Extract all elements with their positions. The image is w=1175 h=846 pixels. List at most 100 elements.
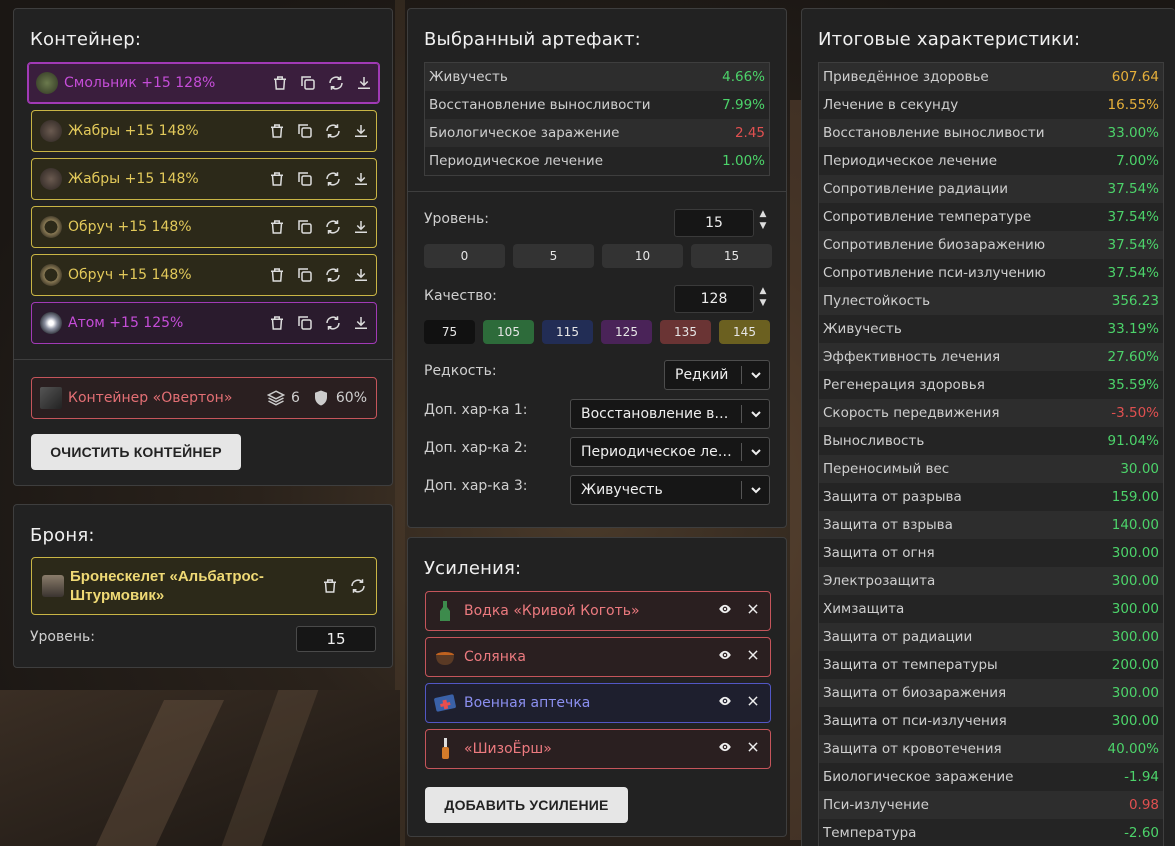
download-icon[interactable] (351, 170, 370, 189)
total-value: 40.00% (1107, 741, 1159, 757)
close-icon[interactable] (746, 648, 760, 666)
artifact-slot[interactable]: Обруч +15 148% (31, 254, 377, 296)
quality-preset-chip[interactable]: 125 (601, 320, 652, 344)
rarity-select[interactable]: Редкий (664, 360, 770, 390)
buffs-panel: Усиления: Водка «Кривой Коготь» Солянка Во… (407, 537, 787, 837)
container-item[interactable]: Контейнер «Овертон» 6 60% (31, 377, 377, 419)
swap-icon[interactable] (349, 577, 367, 595)
total-value: 37.54% (1107, 181, 1159, 197)
swap-icon[interactable] (323, 218, 342, 237)
copy-icon[interactable] (295, 122, 314, 141)
trash-icon[interactable] (267, 122, 286, 141)
totals-row: Защита от пси-излучения 300.00 (819, 707, 1163, 735)
shield-icon (314, 390, 327, 406)
totals-row: Приведённое здоровье 607.64 (819, 63, 1163, 91)
brush-icon (434, 738, 456, 760)
armor-item[interactable]: Бронескелет «Альбатрос-Штурмовик» (31, 557, 377, 615)
extra3-select[interactable]: Живучесть (570, 475, 770, 505)
buff-item[interactable]: Водка «Кривой Коготь» (425, 591, 771, 631)
copy-icon[interactable] (295, 314, 314, 333)
trash-icon[interactable] (270, 74, 289, 93)
copy-icon[interactable] (295, 170, 314, 189)
quality-stepper[interactable]: ▲ ▼ (757, 285, 769, 309)
chevron-down-icon (750, 372, 761, 379)
level-preset-chip[interactable]: 15 (691, 244, 772, 268)
eye-icon[interactable] (718, 740, 732, 758)
swap-icon[interactable] (326, 74, 345, 93)
eye-icon[interactable] (718, 648, 732, 666)
total-label: Защита от взрыва (823, 517, 953, 533)
quality-input[interactable]: 128 (674, 285, 754, 313)
swap-icon[interactable] (323, 170, 342, 189)
download-icon[interactable] (354, 74, 373, 93)
quality-preset-chip[interactable]: 145 (719, 320, 770, 344)
total-value: 37.54% (1107, 209, 1159, 225)
copy-icon[interactable] (295, 218, 314, 237)
add-buff-button[interactable]: ДОБАВИТЬ УСИЛЕНИЕ (425, 787, 628, 823)
trash-icon[interactable] (267, 170, 286, 189)
totals-row: Защита от взрыва 140.00 (819, 511, 1163, 539)
quality-preset-chip[interactable]: 135 (660, 320, 711, 344)
divider (14, 359, 392, 360)
trash-icon[interactable] (267, 314, 286, 333)
buff-name: «ШизоЁрш» (464, 741, 552, 757)
bottle-icon (434, 600, 456, 622)
totals-row: Биологическое заражение -1.94 (819, 763, 1163, 791)
buff-item[interactable]: Солянка (425, 637, 771, 677)
trash-icon[interactable] (267, 218, 286, 237)
artifact-slot[interactable]: Смольник +15 128% (27, 62, 380, 104)
armor-level-input[interactable]: 15 (296, 626, 376, 652)
totals-row: Пси-излучение 0.98 (819, 791, 1163, 819)
total-value: 16.55% (1107, 97, 1159, 113)
buff-item[interactable]: «ШизоЁрш» (425, 729, 771, 769)
totals-row: Защита от разрыва 159.00 (819, 483, 1163, 511)
trash-icon[interactable] (267, 266, 286, 285)
armor-name: Бронескелет «Альбатрос-Штурмовик» (70, 568, 264, 604)
swap-icon[interactable] (323, 122, 342, 141)
quality-preset-chip[interactable]: 105 (483, 320, 534, 344)
download-icon[interactable] (351, 314, 370, 333)
container-name: Контейнер «Овертон» (68, 390, 233, 406)
eye-icon[interactable] (718, 694, 732, 712)
quality-preset-chip[interactable]: 75 (424, 320, 475, 344)
totals-row: Периодическое лечение 7.00% (819, 147, 1163, 175)
swap-icon[interactable] (323, 314, 342, 333)
artifact-slot[interactable]: Обруч +15 148% (31, 206, 377, 248)
swap-icon[interactable] (323, 266, 342, 285)
quality-label: Качество: (424, 288, 497, 304)
level-input[interactable]: 15 (674, 209, 754, 237)
clear-container-button[interactable]: ОЧИСТИТЬ КОНТЕЙНЕР (31, 434, 241, 470)
extra2-select[interactable]: Периодическое лечение (570, 437, 770, 467)
total-label: Сопротивление пси-излучению (823, 265, 1046, 281)
level-preset-chip[interactable]: 10 (602, 244, 683, 268)
download-icon[interactable] (351, 218, 370, 237)
download-icon[interactable] (351, 122, 370, 141)
close-icon[interactable] (746, 740, 760, 758)
artifact-slot[interactable]: Жабры +15 148% (31, 158, 377, 200)
level-stepper[interactable]: ▲ ▼ (757, 208, 769, 232)
chevron-down-icon (750, 487, 761, 494)
totals-row: Скорость передвижения -3.50% (819, 399, 1163, 427)
quality-preset-chip[interactable]: 115 (542, 320, 593, 344)
artifact-slot[interactable]: Жабры +15 148% (31, 110, 377, 152)
totals-row: Лечение в секунду 16.55% (819, 91, 1163, 119)
copy-icon[interactable] (295, 266, 314, 285)
total-label: Сопротивление радиации (823, 181, 1009, 197)
extra1-select[interactable]: Восстановление выносливости (570, 399, 770, 429)
level-preset-chip[interactable]: 5 (513, 244, 594, 268)
totals-row: Сопротивление биозаражению 37.54% (819, 231, 1163, 259)
buff-item[interactable]: Военная аптечка (425, 683, 771, 723)
extra1-label: Доп. хар-ка 1: (424, 402, 528, 418)
trash-icon[interactable] (321, 577, 339, 595)
close-icon[interactable] (746, 602, 760, 620)
close-icon[interactable] (746, 694, 760, 712)
level-preset-chip[interactable]: 0 (424, 244, 505, 268)
stat-label: Периодическое лечение (429, 153, 604, 169)
total-value: 140.00 (1111, 517, 1159, 533)
total-value: 33.19% (1107, 321, 1159, 337)
copy-icon[interactable] (298, 74, 317, 93)
artifact-slot[interactable]: Атом +15 125% (31, 302, 377, 344)
download-icon[interactable] (351, 266, 370, 285)
totals-row: Пулестойкость 356.23 (819, 287, 1163, 315)
eye-icon[interactable] (718, 602, 732, 620)
